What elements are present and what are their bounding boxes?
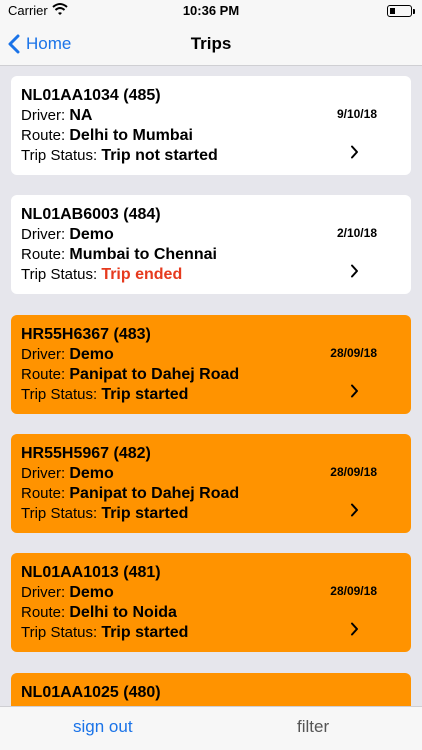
page-title: Trips [190,34,232,53]
trip-status-label: Trip Status: [21,266,102,283]
route-row: Route: Delhi to Mumbai [21,126,401,146]
trip-status-value: Trip ended [101,266,183,283]
driver-label: Driver: [21,465,70,482]
status-time: 10:36 PM [182,3,240,18]
route-value: Mumbai to Chennai [69,246,217,263]
bottom-toolbar: sign out filter [0,706,422,750]
trip-status-label: Trip Status: [21,624,102,641]
chevron-right-icon [351,145,358,159]
trip-list[interactable]: NL01AA1034 (485) Driver: NA Route: Delhi… [0,66,422,706]
driver-label: Driver: [21,584,70,601]
chevron-right-icon [351,503,358,517]
trip-status-label: Trip Status: [21,505,102,522]
driver-label: Driver: [21,107,70,124]
route-value: Panipat to Dahej Road [69,485,240,502]
trip-status-value: Trip not started [101,147,218,164]
driver-label: Driver: [21,346,70,363]
status-row: Trip Status: Trip started [21,623,401,643]
route-row: Route: Mumbai to Chennai [21,245,401,265]
trip-status-value: Trip started [101,624,189,641]
route-row: Route: Delhi to Noida [21,603,401,623]
route-row: Route: Panipat to Dahej Road [21,484,401,504]
filter-button[interactable]: filter [297,717,329,737]
chevron-right-icon [351,384,358,398]
battery-icon [387,5,415,17]
vehicle-number: NL01AA1034 (485) [21,87,161,104]
vehicle-number: HR55H5967 (482) [21,445,151,462]
trip-date: 2/10/18 [336,226,377,240]
route-value: Panipat to Dahej Road [69,366,240,383]
route-label: Route: [21,604,70,621]
vehicle-number: NL01AA1025 (480) [21,684,161,701]
driver-label: Driver: [21,226,70,243]
route-value: Delhi to Noida [69,604,177,621]
chevron-right-icon [351,264,358,278]
navigation-bar: Home Trips [0,22,422,66]
trip-card[interactable]: NL01AA1025 (480) [11,673,411,706]
trip-date: 28/09/18 [330,584,377,598]
driver-value: Demo [69,465,114,482]
route-label: Route: [21,127,70,144]
status-row: Trip Status: Trip ended [21,265,401,285]
vehicle-number: HR55H6367 (483) [21,326,151,343]
driver-value: NA [69,107,93,124]
route-label: Route: [21,366,70,383]
sign-out-button[interactable]: sign out [73,717,133,737]
trip-date: 28/09/18 [330,346,377,360]
trip-status-value: Trip started [101,386,189,403]
trip-status-label: Trip Status: [21,147,102,164]
driver-value: Demo [69,346,114,363]
driver-value: Demo [69,226,114,243]
status-row: Trip Status: Trip not started [21,146,401,166]
route-row: Route: Panipat to Dahej Road [21,365,401,385]
driver-value: Demo [69,584,114,601]
chevron-right-icon [351,622,358,636]
trip-card[interactable]: NL01AA1013 (481) Driver: Demo Route: Del… [11,553,411,652]
trip-card[interactable]: NL01AA1034 (485) Driver: NA Route: Delhi… [11,76,411,175]
trip-date: 9/10/18 [336,107,377,121]
vehicle-number: NL01AB6003 (484) [21,206,161,223]
route-value: Delhi to Mumbai [69,127,193,144]
status-bar: Carrier 10:36 PM [0,0,422,22]
vehicle-number: NL01AA1013 (481) [21,564,161,581]
trip-card[interactable]: HR55H6367 (483) Driver: Demo Route: Pani… [11,315,411,414]
status-row: Trip Status: Trip started [21,504,401,524]
status-row: Trip Status: Trip started [21,385,401,405]
trip-status-label: Trip Status: [21,386,102,403]
trip-date: 28/09/18 [330,465,377,479]
trip-card[interactable]: NL01AB6003 (484) Driver: Demo Route: Mum… [11,195,411,294]
route-label: Route: [21,485,70,502]
trip-card[interactable]: HR55H5967 (482) Driver: Demo Route: Pani… [11,434,411,533]
route-label: Route: [21,246,70,263]
trip-status-value: Trip started [101,505,189,522]
